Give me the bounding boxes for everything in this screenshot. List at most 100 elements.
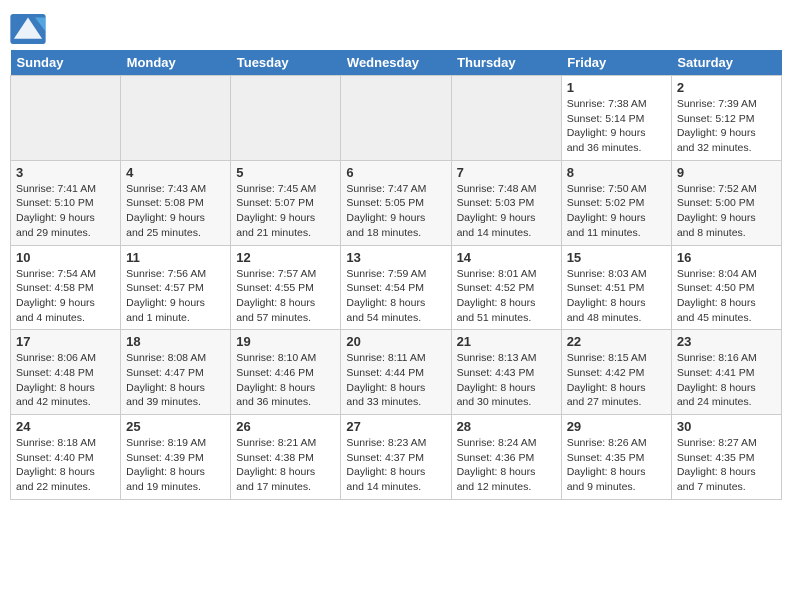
calendar-day: 4 Sunrise: 7:43 AM Sunset: 5:08 PM Daylig… (121, 160, 231, 245)
day-info: Sunrise: 7:47 AM Sunset: 5:05 PM Dayligh… (346, 182, 445, 241)
day-info: Sunrise: 8:15 AM Sunset: 4:42 PM Dayligh… (567, 351, 666, 410)
calendar-day: 8Sunrise: 7:50 AM Sunset: 5:02 PM Daylig… (561, 160, 671, 245)
day-info: Sunrise: 8:10 AM Sunset: 4:46 PM Dayligh… (236, 351, 335, 410)
calendar-week-row: 3 Sunrise: 7:41 AM Sunset: 5:10 PM Daylig… (11, 160, 782, 245)
day-info: Sunrise: 8:27 AM Sunset: 4:35 PM Dayligh… (677, 436, 776, 495)
day-info: Sunrise: 7:43 AM Sunset: 5:08 PM Dayligh… (126, 182, 225, 241)
calendar-day: 6 Sunrise: 7:47 AM Sunset: 5:05 PM Daylig… (341, 160, 451, 245)
day-info: Sunrise: 8:08 AM Sunset: 4:47 PM Dayligh… (126, 351, 225, 410)
day-number: 24 (16, 419, 115, 434)
day-info: Sunrise: 8:19 AM Sunset: 4:39 PM Dayligh… (126, 436, 225, 495)
day-info: Sunrise: 7:57 AM Sunset: 4:55 PM Dayligh… (236, 267, 335, 326)
calendar-day (121, 76, 231, 161)
day-number: 21 (457, 334, 556, 349)
calendar-day (341, 76, 451, 161)
calendar-day: 19Sunrise: 8:10 AM Sunset: 4:46 PM Dayli… (231, 330, 341, 415)
calendar-week-row: 1 Sunrise: 7:38 AM Sunset: 5:14 PM Daylig… (11, 76, 782, 161)
col-header-thursday: Thursday (451, 50, 561, 76)
day-info: Sunrise: 8:06 AM Sunset: 4:48 PM Dayligh… (16, 351, 115, 410)
day-number: 27 (346, 419, 445, 434)
day-info: Sunrise: 8:01 AM Sunset: 4:52 PM Dayligh… (457, 267, 556, 326)
col-header-saturday: Saturday (671, 50, 781, 76)
col-header-monday: Monday (121, 50, 231, 76)
day-info: Sunrise: 8:13 AM Sunset: 4:43 PM Dayligh… (457, 351, 556, 410)
day-number: 18 (126, 334, 225, 349)
day-info: Sunrise: 8:21 AM Sunset: 4:38 PM Dayligh… (236, 436, 335, 495)
day-info: Sunrise: 7:52 AM Sunset: 5:00 PM Dayligh… (677, 182, 776, 241)
calendar-day: 30Sunrise: 8:27 AM Sunset: 4:35 PM Dayli… (671, 415, 781, 500)
calendar-day: 20 Sunrise: 8:11 AM Sunset: 4:44 PM Dayli… (341, 330, 451, 415)
day-number: 6 (346, 165, 445, 180)
calendar-day: 17 Sunrise: 8:06 AM Sunset: 4:48 PM Dayli… (11, 330, 121, 415)
calendar-day: 12 Sunrise: 7:57 AM Sunset: 4:55 PM Dayli… (231, 245, 341, 330)
day-info: Sunrise: 7:48 AM Sunset: 5:03 PM Dayligh… (457, 182, 556, 241)
header (10, 10, 782, 44)
day-number: 9 (677, 165, 776, 180)
day-number: 2 (677, 80, 776, 95)
calendar-day: 18 Sunrise: 8:08 AM Sunset: 4:47 PM Dayli… (121, 330, 231, 415)
day-number: 7 (457, 165, 556, 180)
day-info: Sunrise: 7:45 AM Sunset: 5:07 PM Dayligh… (236, 182, 335, 241)
day-number: 16 (677, 250, 776, 265)
day-number: 20 (346, 334, 445, 349)
calendar-day (231, 76, 341, 161)
day-info: Sunrise: 8:04 AM Sunset: 4:50 PM Dayligh… (677, 267, 776, 326)
calendar-day: 2 Sunrise: 7:39 AM Sunset: 5:12 PM Daylig… (671, 76, 781, 161)
day-number: 15 (567, 250, 666, 265)
calendar-day: 22 Sunrise: 8:15 AM Sunset: 4:42 PM Dayli… (561, 330, 671, 415)
calendar-week-row: 17 Sunrise: 8:06 AM Sunset: 4:48 PM Dayli… (11, 330, 782, 415)
day-info: Sunrise: 7:38 AM Sunset: 5:14 PM Dayligh… (567, 97, 666, 156)
day-number: 23 (677, 334, 776, 349)
calendar-day: 24Sunrise: 8:18 AM Sunset: 4:40 PM Dayli… (11, 415, 121, 500)
day-info: Sunrise: 7:41 AM Sunset: 5:10 PM Dayligh… (16, 182, 115, 241)
day-number: 14 (457, 250, 556, 265)
calendar-header-row: SundayMondayTuesdayWednesdayThursdayFrid… (11, 50, 782, 76)
calendar-day: 25 Sunrise: 8:19 AM Sunset: 4:39 PM Dayli… (121, 415, 231, 500)
col-header-tuesday: Tuesday (231, 50, 341, 76)
calendar-day: 23 Sunrise: 8:16 AM Sunset: 4:41 PM Dayli… (671, 330, 781, 415)
day-number: 12 (236, 250, 335, 265)
calendar-day (11, 76, 121, 161)
calendar-table: SundayMondayTuesdayWednesdayThursdayFrid… (10, 50, 782, 500)
day-number: 17 (16, 334, 115, 349)
calendar-day: 15 Sunrise: 8:03 AM Sunset: 4:51 PM Dayli… (561, 245, 671, 330)
calendar-day: 10Sunrise: 7:54 AM Sunset: 4:58 PM Dayli… (11, 245, 121, 330)
day-info: Sunrise: 7:54 AM Sunset: 4:58 PM Dayligh… (16, 267, 115, 326)
calendar-day: 16 Sunrise: 8:04 AM Sunset: 4:50 PM Dayli… (671, 245, 781, 330)
calendar-day: 3 Sunrise: 7:41 AM Sunset: 5:10 PM Daylig… (11, 160, 121, 245)
day-number: 3 (16, 165, 115, 180)
day-number: 25 (126, 419, 225, 434)
day-info: Sunrise: 8:23 AM Sunset: 4:37 PM Dayligh… (346, 436, 445, 495)
day-number: 4 (126, 165, 225, 180)
day-info: Sunrise: 8:11 AM Sunset: 4:44 PM Dayligh… (346, 351, 445, 410)
day-info: Sunrise: 8:24 AM Sunset: 4:36 PM Dayligh… (457, 436, 556, 495)
col-header-wednesday: Wednesday (341, 50, 451, 76)
calendar-day: 1 Sunrise: 7:38 AM Sunset: 5:14 PM Daylig… (561, 76, 671, 161)
day-number: 13 (346, 250, 445, 265)
calendar-day: 14 Sunrise: 8:01 AM Sunset: 4:52 PM Dayli… (451, 245, 561, 330)
day-number: 22 (567, 334, 666, 349)
calendar-day: 26 Sunrise: 8:21 AM Sunset: 4:38 PM Dayli… (231, 415, 341, 500)
day-info: Sunrise: 8:16 AM Sunset: 4:41 PM Dayligh… (677, 351, 776, 410)
calendar-day: 9 Sunrise: 7:52 AM Sunset: 5:00 PM Daylig… (671, 160, 781, 245)
calendar-week-row: 24Sunrise: 8:18 AM Sunset: 4:40 PM Dayli… (11, 415, 782, 500)
calendar-day: 13 Sunrise: 7:59 AM Sunset: 4:54 PM Dayli… (341, 245, 451, 330)
day-info: Sunrise: 7:59 AM Sunset: 4:54 PM Dayligh… (346, 267, 445, 326)
calendar-day: 27 Sunrise: 8:23 AM Sunset: 4:37 PM Dayli… (341, 415, 451, 500)
calendar-day: 7 Sunrise: 7:48 AM Sunset: 5:03 PM Daylig… (451, 160, 561, 245)
day-info: Sunrise: 7:56 AM Sunset: 4:57 PM Dayligh… (126, 267, 225, 326)
calendar-day: 11Sunrise: 7:56 AM Sunset: 4:57 PM Dayli… (121, 245, 231, 330)
day-info: Sunrise: 8:26 AM Sunset: 4:35 PM Dayligh… (567, 436, 666, 495)
day-number: 28 (457, 419, 556, 434)
day-number: 1 (567, 80, 666, 95)
col-header-friday: Friday (561, 50, 671, 76)
logo (10, 14, 48, 44)
col-header-sunday: Sunday (11, 50, 121, 76)
calendar-day: 29 Sunrise: 8:26 AM Sunset: 4:35 PM Dayli… (561, 415, 671, 500)
calendar-day: 28 Sunrise: 8:24 AM Sunset: 4:36 PM Dayli… (451, 415, 561, 500)
calendar-week-row: 10Sunrise: 7:54 AM Sunset: 4:58 PM Dayli… (11, 245, 782, 330)
day-info: Sunrise: 8:03 AM Sunset: 4:51 PM Dayligh… (567, 267, 666, 326)
day-number: 26 (236, 419, 335, 434)
day-number: 29 (567, 419, 666, 434)
day-info: Sunrise: 7:39 AM Sunset: 5:12 PM Dayligh… (677, 97, 776, 156)
